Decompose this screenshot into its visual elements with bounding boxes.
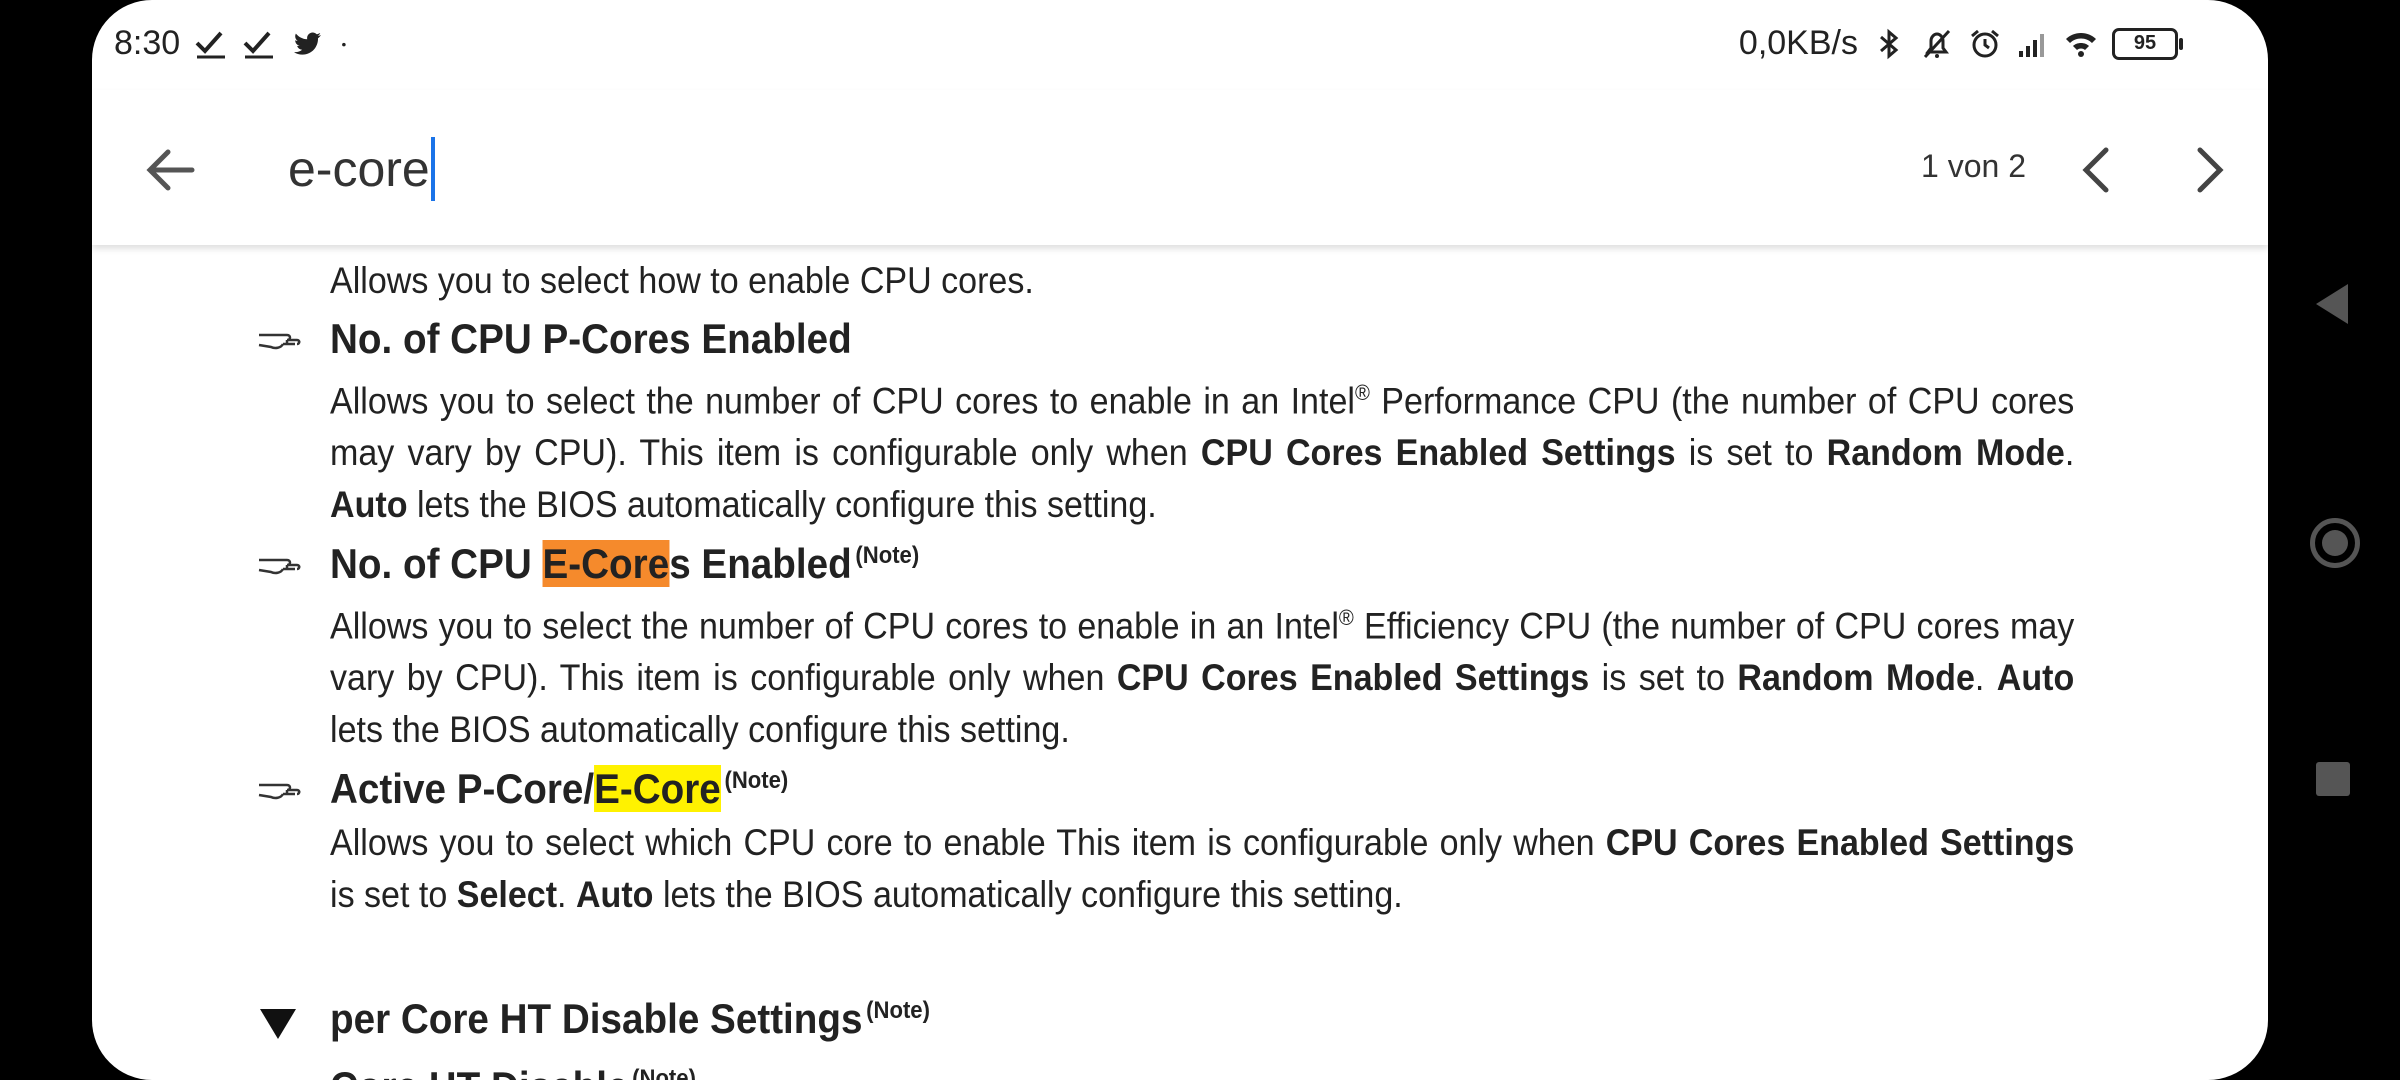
collapse-triangle-icon[interactable] xyxy=(260,1009,296,1039)
search-match-current: E-Core xyxy=(542,540,670,587)
wifi-icon xyxy=(2066,32,2096,57)
item-heading: Core HT Disable(Note) xyxy=(330,1063,696,1080)
check-download-icon xyxy=(243,31,274,58)
note-marker: (Note) xyxy=(632,1065,696,1080)
net-speed: 0,0KB/s xyxy=(1738,24,1858,62)
item-heading: No. of CPU P-Cores Enabled xyxy=(330,315,852,362)
note-marker: (Note) xyxy=(724,767,789,794)
twitter-icon xyxy=(294,32,322,55)
pointing-hand-icon xyxy=(258,783,301,800)
signal-icon xyxy=(2019,33,2044,57)
nav-back-icon[interactable] xyxy=(2316,284,2348,324)
pointing-hand-icon xyxy=(258,558,301,575)
navigation-bar xyxy=(2268,0,2400,1080)
note-marker: (Note) xyxy=(866,997,930,1024)
item-paragraph: Allows you to select which CPU core to e… xyxy=(330,822,2075,915)
clock: 8:30 xyxy=(114,24,181,62)
pointing-hand-icon xyxy=(257,1075,303,1080)
find-input[interactable]: e-core xyxy=(288,136,435,202)
alarm-icon xyxy=(1971,29,1999,57)
note-marker: (Note) xyxy=(855,542,920,569)
item-paragraph: Allows you to select the number of CPU c… xyxy=(330,605,2075,751)
status-bar: 8:30 0,0KB/s 95 xyxy=(92,0,2268,90)
item-paragraph: Allows you to select the number of CPU c… xyxy=(330,380,2075,526)
find-query-text: e-core xyxy=(288,141,430,197)
back-arrow-icon[interactable] xyxy=(142,140,202,200)
bluetooth-icon xyxy=(1880,28,1899,59)
document-view: Allows you to select how to enable CPU c… xyxy=(92,245,2268,1080)
next-match-icon[interactable] xyxy=(2178,138,2238,202)
screen: 8:30 0,0KB/s 95 e-core 1 von 2 Allows yo… xyxy=(92,0,2268,1080)
text-caret xyxy=(430,137,435,201)
bell-muted-icon xyxy=(1923,29,1951,58)
pointing-hand-icon xyxy=(258,333,301,350)
previous-match-icon[interactable] xyxy=(2068,138,2128,202)
status-right: 0,0KB/s 95 xyxy=(1738,24,2183,63)
intro-paragraph: Allows you to select how to enable CPU c… xyxy=(330,260,1034,301)
check-download-icon xyxy=(195,31,226,58)
nav-home-icon[interactable] xyxy=(2310,518,2360,568)
status-left: 8:30 xyxy=(114,24,358,63)
dot-icon xyxy=(342,42,346,46)
section-heading: per Core HT Disable Settings (Note) xyxy=(330,995,930,1042)
battery-indicator: 95 xyxy=(2112,27,2183,60)
item-heading: Active P-Core/E-Core (Note) xyxy=(330,765,789,812)
item-heading: No. of CPU E-Cores Enabled (Note) xyxy=(330,540,920,587)
nav-recents-icon[interactable] xyxy=(2316,762,2350,796)
match-count: 1 von 2 xyxy=(1921,148,2026,184)
find-bar: e-core 1 von 2 xyxy=(92,90,2268,245)
search-match: E-Core xyxy=(594,765,721,812)
